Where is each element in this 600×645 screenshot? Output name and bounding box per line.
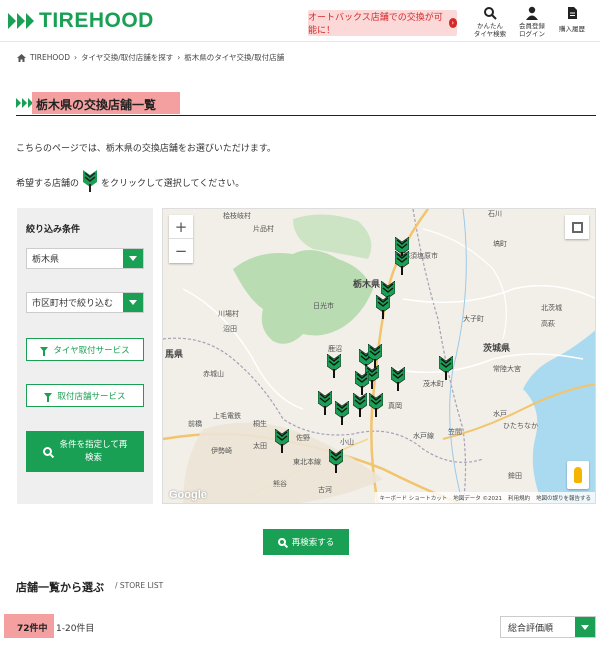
google-logo: Google <box>169 489 207 501</box>
store-pin-icon[interactable] <box>275 429 289 453</box>
map-attribution: キーボード ショートカット 地図データ ©2021 利用規約 地図の誤りを報告す… <box>375 492 595 503</box>
register-login-link[interactable]: 会員登録 ログイン <box>510 5 554 38</box>
store-pin-icon[interactable] <box>369 393 383 417</box>
store-pin-icon[interactable] <box>329 449 343 473</box>
purchase-history-link[interactable]: 購入履歴 <box>550 5 594 33</box>
zoom-out-button[interactable]: − <box>169 239 193 263</box>
breadcrumb-current: 栃木県のタイヤ交換/取付店舗 <box>184 53 285 62</box>
store-map[interactable]: 栃木県 茨城県 馬県 日光市 那須塩原市 赤城山 佐野 小山 太田 前橋 伊勢崎… <box>162 208 596 504</box>
nav-label: 会員登録 ログイン <box>519 22 545 38</box>
report-error-link[interactable]: 地図の誤りを報告する <box>536 494 591 502</box>
chevron-right-icon: › <box>448 18 457 28</box>
keyboard-shortcuts-link[interactable]: キーボード ショートカット <box>379 494 447 502</box>
breadcrumb-item[interactable]: タイヤ交換/取付店舗を探す <box>81 52 173 63</box>
tire-service-filter-button[interactable]: タイヤ取付サービス <box>26 338 144 361</box>
store-pin-icon[interactable] <box>395 251 409 275</box>
store-pin-icon[interactable] <box>391 367 405 391</box>
store-pin-icon[interactable] <box>439 356 453 380</box>
breadcrumb-separator: › <box>73 53 77 62</box>
chevron-down-icon <box>575 617 595 637</box>
intro-instruction: 希望する店舗の をクリックして選択してください。 <box>16 170 244 195</box>
chevron-down-icon <box>123 249 143 268</box>
research-button[interactable]: 再検索する <box>263 529 349 555</box>
store-list-title: 店舗一覧から選ぶ <box>16 581 104 594</box>
intro-text: こちらのページでは、栃木県の交換店舗をお選びいただけます。 <box>16 144 276 154</box>
store-pin-icon[interactable] <box>376 295 390 319</box>
zoom-in-button[interactable]: + <box>169 215 193 239</box>
filter-title: 絞り込み条件 <box>26 225 81 235</box>
search-icon <box>483 5 497 20</box>
page-title-row: 栃木県の交換店舗一覧 <box>16 92 596 116</box>
store-pin-icon[interactable] <box>327 354 341 378</box>
filter-panel: 絞り込み条件 栃木県 市区町村で絞り込む タイヤ取付サービス 取付店舗サービス … <box>17 208 153 504</box>
page-title: 栃木県の交換店舗一覧 <box>36 98 157 112</box>
notice-text: オートバックス店舗での交換が可能に！ <box>308 13 443 36</box>
logo-text: TIREHOOD <box>39 9 154 32</box>
easy-tire-search-link[interactable]: かんたん タイヤ検索 <box>468 5 512 38</box>
autobacks-notice-banner[interactable]: オートバックス店舗での交換が可能に！ › <box>308 10 457 36</box>
store-pin-icon[interactable] <box>318 391 332 415</box>
logo-chevron-icon <box>8 13 35 29</box>
site-header: TIREHOOD オートバックス店舗での交換が可能に！ › かんたん タイヤ検索 … <box>0 0 600 42</box>
breadcrumb-home[interactable]: TIREHOOD <box>30 53 70 62</box>
breadcrumb-separator: › <box>177 53 181 62</box>
document-icon <box>565 5 579 19</box>
filter-icon <box>40 347 49 356</box>
store-service-filter-button[interactable]: 取付店舗サービス <box>26 384 144 407</box>
store-list-subtitle: / STORE LIST <box>115 581 164 590</box>
filter-icon <box>44 393 53 402</box>
result-count: 72件中 <box>17 624 48 634</box>
street-view-pegman[interactable] <box>567 461 589 489</box>
store-pins <box>163 209 595 503</box>
sort-select[interactable]: 総合評価順 <box>500 616 596 638</box>
fullscreen-icon <box>571 221 583 233</box>
chevron-down-icon <box>123 293 143 312</box>
breadcrumb: TIREHOOD › タイヤ交換/取付店舗を探す › 栃木県のタイヤ交換/取付店… <box>17 52 284 63</box>
city-select[interactable]: 市区町村で絞り込む <box>26 292 144 313</box>
result-range: 1-20件目 <box>56 624 95 634</box>
nav-label: かんたん タイヤ検索 <box>473 22 507 38</box>
store-pin-icon[interactable] <box>335 401 349 425</box>
title-underline <box>16 115 596 116</box>
store-pin-icon[interactable] <box>355 371 369 395</box>
store-pin-icon[interactable] <box>353 393 367 417</box>
search-icon <box>277 538 286 546</box>
user-icon <box>525 5 539 20</box>
prefecture-select[interactable]: 栃木県 <box>26 248 144 269</box>
nav-label: 購入履歴 <box>559 25 585 33</box>
search-with-conditions-button[interactable]: 条件を指定して再 検索 <box>26 431 144 472</box>
map-data-text: 地図データ ©2021 <box>453 495 502 502</box>
terms-link[interactable]: 利用規約 <box>508 494 530 502</box>
logo[interactable]: TIREHOOD <box>8 9 154 33</box>
fullscreen-button[interactable] <box>565 215 589 239</box>
search-icon <box>42 447 52 456</box>
home-icon <box>17 53 26 62</box>
map-zoom-control: + − <box>169 215 193 263</box>
pegman-icon <box>574 467 582 483</box>
store-pin-icon <box>83 170 98 195</box>
